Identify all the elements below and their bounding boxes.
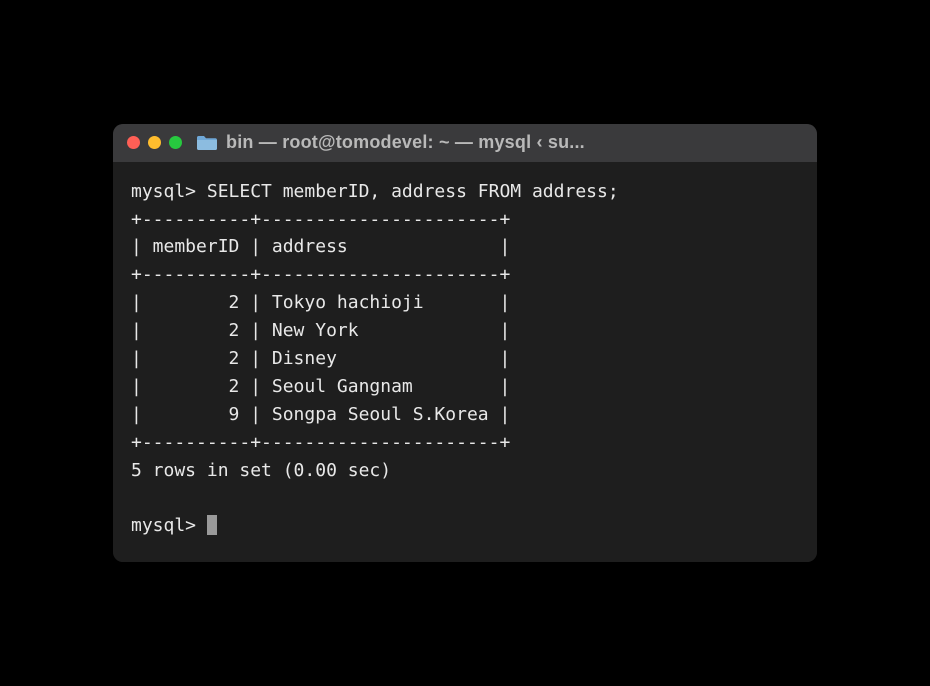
folder-icon <box>196 134 218 152</box>
titlebar: bin — root@tomodevel: ~ — mysql ‹ su... <box>113 124 817 162</box>
terminal-body[interactable]: mysql> SELECT memberID, address FROM add… <box>113 162 817 563</box>
prompt: mysql> <box>131 515 196 536</box>
prompt-line: mysql> <box>131 515 207 536</box>
terminal-window: bin — root@tomodevel: ~ — mysql ‹ su... … <box>113 124 817 563</box>
cursor-icon <box>207 515 217 535</box>
window-title: bin — root@tomodevel: ~ — mysql ‹ su... <box>226 132 585 153</box>
close-icon[interactable] <box>127 136 140 149</box>
zoom-icon[interactable] <box>169 136 182 149</box>
minimize-icon[interactable] <box>148 136 161 149</box>
terminal-output: mysql> SELECT memberID, address FROM add… <box>131 181 619 481</box>
traffic-lights <box>127 136 182 149</box>
